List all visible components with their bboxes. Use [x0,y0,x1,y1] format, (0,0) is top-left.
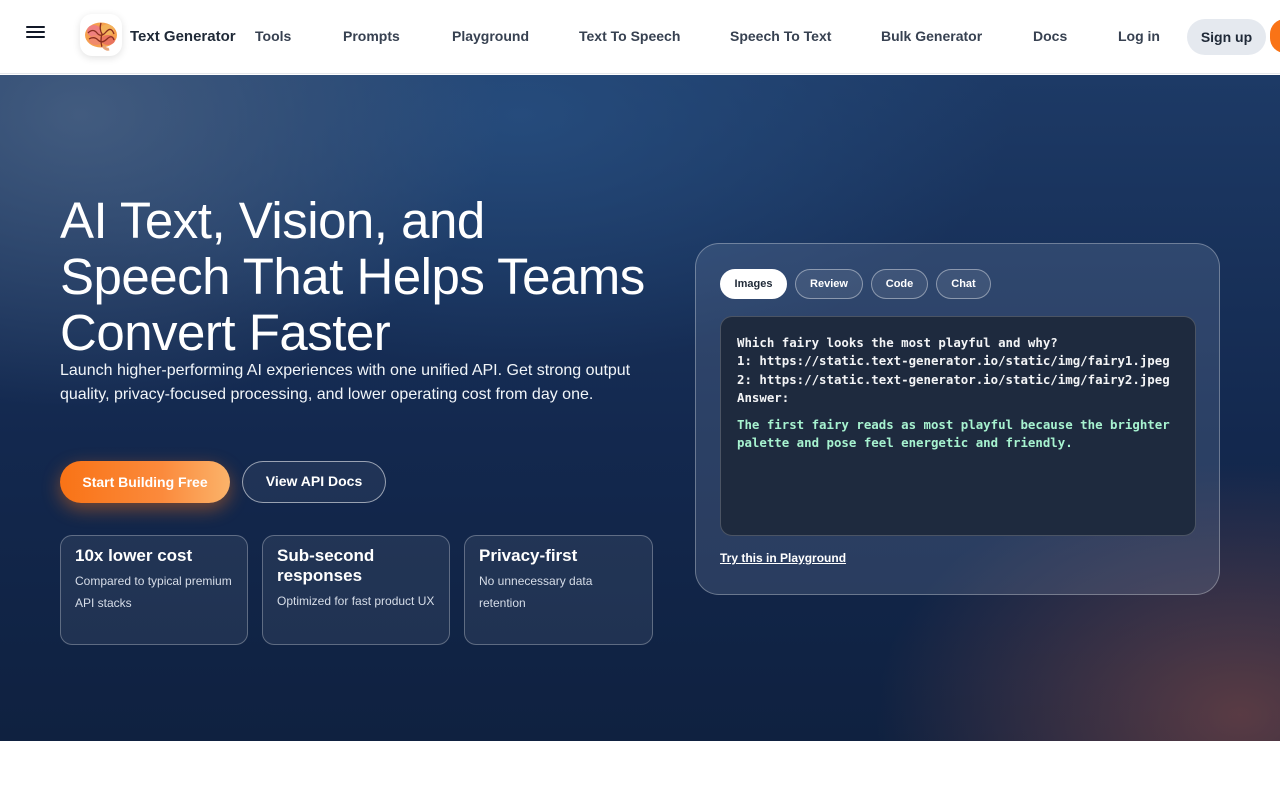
demo-panel: Images Review Code Chat Which fairy look… [695,243,1220,595]
nav-docs[interactable]: Docs [1033,28,1067,44]
stat-card-privacy: Privacy-first No unnecessary data retent… [464,535,653,645]
prompt-line: Which fairy looks the most playful and w… [737,335,1058,350]
stat-description: Compared to typical premium API stacks [75,574,232,610]
answer-text: The first fairy reads as most playful be… [737,417,1170,451]
nav-tools[interactable]: Tools [255,28,291,44]
tab-code[interactable]: Code [871,269,928,299]
nav-prompts[interactable]: Prompts [343,28,400,44]
hero-title: AI Text, Vision, and Speech That Helps T… [60,193,700,361]
stat-description: No unnecessary data retention [479,574,593,610]
nav-speech-to-text[interactable]: Speech To Text [730,28,831,44]
tab-chat[interactable]: Chat [936,269,991,299]
hero-subtitle: Launch higher-performing AI experiences … [60,362,631,403]
top-nav-bar: Text Generator Tools Prompts Playground … [0,0,1280,74]
hero-section: AI Text, Vision, and Speech That Helps T… [0,75,1280,741]
nav-text-to-speech[interactable]: Text To Speech [579,28,680,44]
hamburger-menu-icon[interactable] [24,23,48,43]
signup-button[interactable]: Sign up [1187,19,1266,55]
stat-title: 10x lower cost [75,546,193,565]
prompt-line: 2: https://static.text-generator.io/stat… [737,371,1170,387]
hero-title-line: Speech That Helps Teams [60,248,645,305]
brain-logo-icon[interactable] [80,14,122,56]
brand-name[interactable]: Text Generator [130,28,236,45]
prompt-line: 1: https://static.text-generator.io/stat… [737,353,1170,369]
stat-description: Optimized for fast product UX [277,594,435,608]
hero-title-line: AI Text, Vision, and [60,192,485,249]
stat-card-speed: Sub-second responses Optimized for fast … [262,535,450,645]
stat-title: Privacy-first [479,546,578,565]
tab-review[interactable]: Review [795,269,863,299]
login-link[interactable]: Log in [1118,28,1160,44]
prompt-line: Answer: [737,389,790,405]
start-building-button[interactable]: Start Building Free [60,461,230,503]
try-playground-link[interactable]: Try this in Playground [720,551,846,565]
nav-bulk-generator[interactable]: Bulk Generator [881,28,982,44]
nav-playground[interactable]: Playground [452,28,529,44]
stat-card-cost: 10x lower cost Compared to typical premi… [60,535,248,645]
page-below-hero [0,741,1280,800]
stat-title: Sub-second responses [277,546,375,585]
hero-title-line: Convert Faster [60,304,391,361]
tab-images[interactable]: Images [720,269,787,299]
example-output-box: Which fairy looks the most playful and w… [720,316,1196,536]
view-api-docs-button[interactable]: View API Docs [242,461,386,503]
cta-button-partial[interactable] [1270,19,1280,53]
